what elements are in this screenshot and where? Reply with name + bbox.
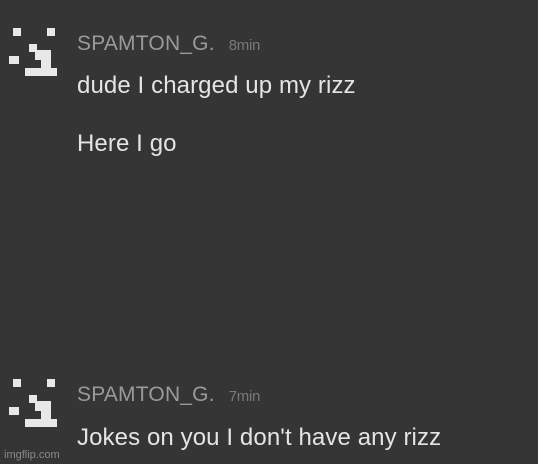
avatar[interactable] bbox=[7, 375, 61, 429]
message-text: Here I go bbox=[77, 130, 177, 157]
username[interactable]: SPAMTON_G. bbox=[77, 32, 215, 55]
timestamp: 8min bbox=[228, 37, 261, 54]
pixel-face-icon bbox=[9, 379, 57, 427]
pixel-face-icon bbox=[9, 28, 57, 76]
message-header: SPAMTON_G. 7min bbox=[77, 383, 260, 409]
message-header: SPAMTON_G. 8min bbox=[77, 32, 260, 58]
timestamp: 7min bbox=[228, 388, 261, 405]
username[interactable]: SPAMTON_G. bbox=[77, 383, 215, 406]
avatar[interactable] bbox=[7, 24, 61, 78]
watermark: imgflip.com bbox=[4, 449, 60, 461]
message-text: Jokes on you I don't have any rizz bbox=[77, 424, 442, 451]
message-text: dude I charged up my rizz bbox=[77, 72, 356, 99]
